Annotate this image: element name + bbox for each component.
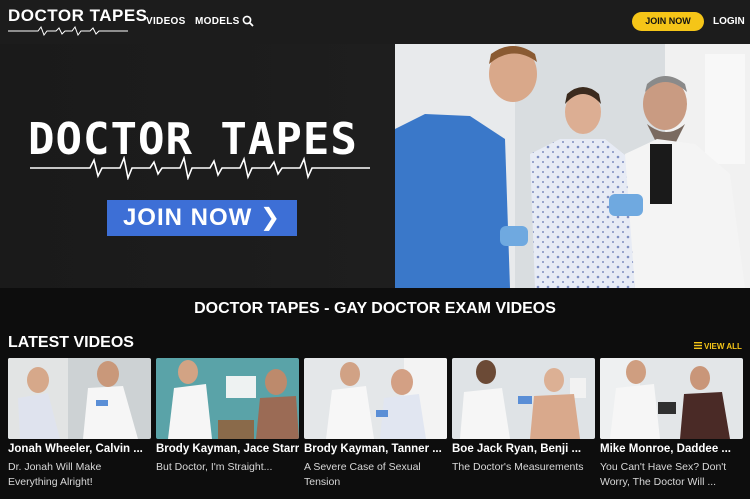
video-title[interactable]: Boe Jack Ryan, Benji ... — [452, 443, 595, 455]
logo-text: DOCTOR TAPES — [8, 6, 148, 25]
video-card[interactable]: Brody Kayman, Tanner ... A Severe Case o… — [304, 358, 447, 499]
site-logo[interactable]: DOCTOR TAPES — [8, 6, 147, 36]
video-thumbnail[interactable] — [452, 358, 595, 439]
video-card[interactable]: Boe Jack Ryan, Benji ... The Doctor's Me… — [452, 358, 595, 499]
video-subtitle: The Doctor's Measurements — [452, 461, 584, 473]
hero-banner[interactable]: DOCTOR TAPES JOIN NOW ❯ — [0, 44, 750, 288]
video-subtitle: You Can't Have Sex? Don't Worry, The Doc… — [600, 461, 727, 488]
latest-videos-heading: LATEST VIDEOS — [8, 334, 134, 351]
view-all-label: VIEW ALL — [704, 342, 742, 351]
hero-image — [395, 44, 750, 288]
video-thumbnail[interactable] — [8, 358, 151, 439]
hero-join-button[interactable]: JOIN NOW ❯ — [107, 200, 297, 236]
video-thumbnail[interactable] — [304, 358, 447, 439]
heartbeat-icon — [8, 26, 128, 36]
video-card[interactable]: Brody Kayman, Jace Starr But Doctor, I'm… — [156, 358, 299, 499]
nav-videos-link[interactable]: VIDEOS — [146, 16, 186, 27]
video-title[interactable]: Brody Kayman, Tanner ... — [304, 443, 447, 455]
video-title[interactable]: Jonah Wheeler, Calvin ... — [8, 443, 151, 455]
join-now-button[interactable]: JOIN NOW — [632, 12, 704, 31]
video-subtitle: But Doctor, I'm Straight... — [156, 461, 273, 473]
video-card[interactable]: Jonah Wheeler, Calvin ... Dr. Jonah Will… — [8, 358, 151, 499]
nav-models-link[interactable]: MODELS — [195, 16, 240, 27]
video-subtitle: Dr. Jonah Will Make Everything Alright! — [8, 461, 102, 488]
search-icon[interactable] — [242, 15, 254, 27]
video-title[interactable]: Brody Kayman, Jace Starr — [156, 443, 299, 455]
video-thumbnail[interactable] — [600, 358, 743, 439]
view-all-link[interactable]: VIEW ALL — [694, 342, 742, 351]
list-icon — [694, 342, 702, 349]
heartbeat-line — [30, 156, 370, 180]
video-card[interactable]: Mike Monroe, Daddee ... You Can't Have S… — [600, 358, 743, 499]
video-thumbnail[interactable] — [156, 358, 299, 439]
login-link[interactable]: LOGIN — [713, 16, 745, 27]
video-subtitle: A Severe Case of Sexual Tension — [304, 461, 421, 488]
top-nav: DOCTOR TAPES VIDEOS MODELS JOIN NOW LOGI… — [0, 0, 750, 44]
video-title[interactable]: Mike Monroe, Daddee ... — [600, 443, 743, 455]
page-title: DOCTOR TAPES - GAY DOCTOR EXAM VIDEOS — [194, 300, 556, 317]
video-grid: Jonah Wheeler, Calvin ... Dr. Jonah Will… — [8, 358, 750, 499]
